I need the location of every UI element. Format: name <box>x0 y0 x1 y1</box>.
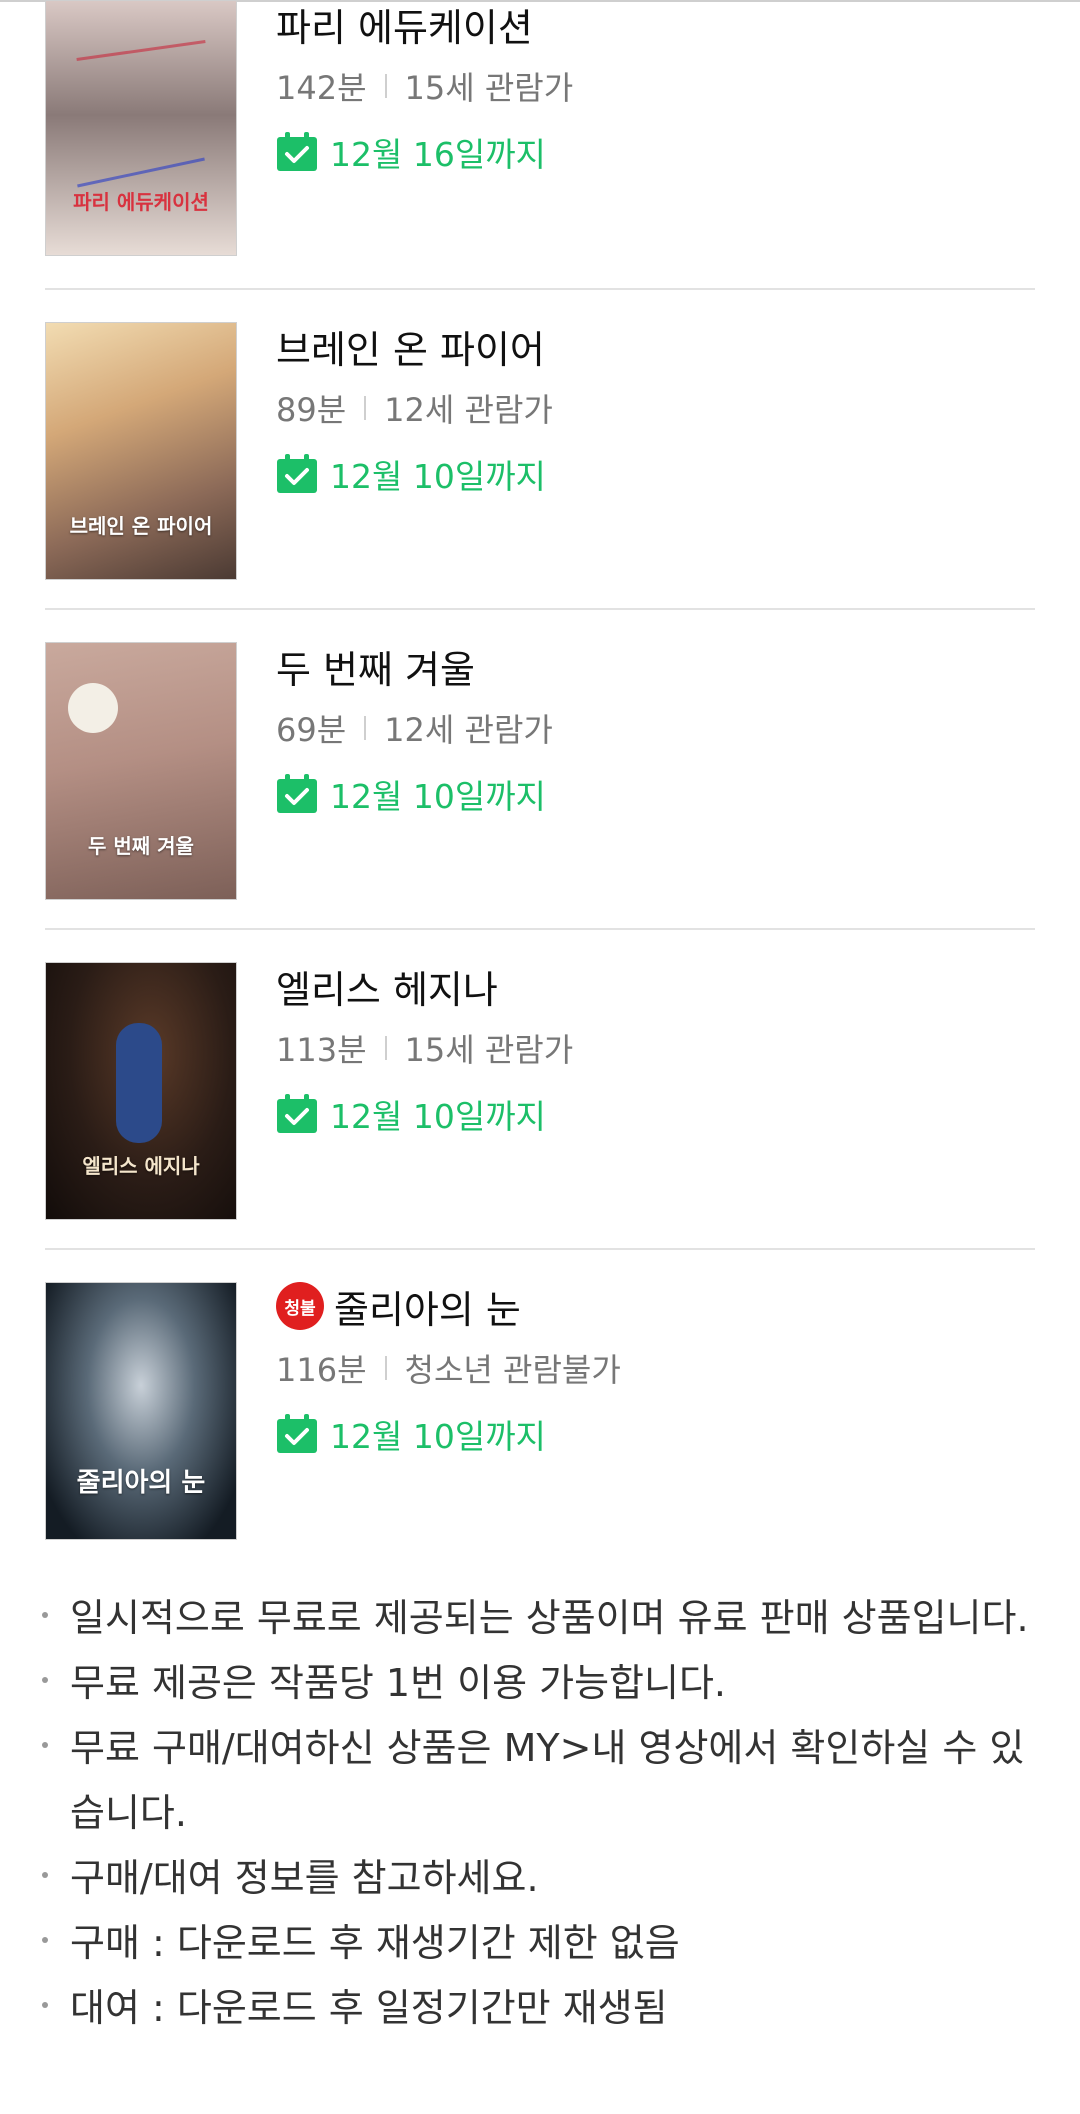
movie-rating: 12세 관람가 <box>384 711 553 749</box>
calendar-check-icon <box>277 132 317 171</box>
movie-poster[interactable]: 브레인 온 파이어 <box>45 322 237 580</box>
calendar-check-icon <box>277 454 317 493</box>
movie-duration: 116분 <box>276 1351 367 1389</box>
notice-list: 일시적으로 무료로 제공되는 상품이며 유료 판매 상품입니다. 무료 제공은 … <box>36 1586 1046 2041</box>
movie-duration: 113분 <box>276 1031 367 1069</box>
poster-title: 줄리아의 눈 <box>76 1468 206 1498</box>
availability-date: 12월 10일까지 <box>330 777 546 816</box>
notice-item: 일시적으로 무료로 제공되는 상품이며 유료 판매 상품입니다. <box>36 1586 1046 1651</box>
movie-poster[interactable]: 파리 에듀케이션 <box>45 0 237 256</box>
notice-item: 무료 구매/대여하신 상품은 MY>내 영상에서 확인하실 수 있습니다. <box>36 1716 1046 1846</box>
calendar-check-icon <box>277 1094 317 1133</box>
movie-title[interactable]: 파리 에듀케이션 <box>276 0 533 52</box>
meta-separator <box>364 396 367 420</box>
meta-separator <box>364 716 367 740</box>
bullet-icon <box>36 1716 70 1846</box>
movie-item[interactable]: 엘리스 에지나 엘리스 헤지나 113분 15세 관람가 12월 10일까지 <box>45 930 1035 1250</box>
movie-item[interactable]: 두 번째 겨울 두 번째 겨울 69분 12세 관람가 12월 10일까지 <box>45 610 1035 930</box>
movie-title[interactable]: 브레인 온 파이어 <box>276 319 545 374</box>
movie-poster[interactable]: 줄리아의 눈 <box>45 1282 237 1540</box>
movie-title[interactable]: 엘리스 헤지나 <box>276 959 498 1014</box>
poster-title: 엘리스 에지나 <box>82 1154 200 1178</box>
movie-poster[interactable]: 엘리스 에지나 <box>45 962 237 1220</box>
notice-item: 무료 제공은 작품당 1번 이용 가능합니다. <box>36 1651 1046 1716</box>
notice-item: 구매/대여 정보를 참고하세요. <box>36 1846 1046 1911</box>
meta-separator <box>384 1036 387 1060</box>
movie-item[interactable]: 파리 에듀케이션 파리 에듀케이션 142분 15세 관람가 12월 16일까지 <box>45 0 1035 290</box>
movie-duration: 142분 <box>276 69 367 107</box>
movie-rating: 12세 관람가 <box>384 391 553 429</box>
bullet-icon <box>36 1651 70 1716</box>
movie-poster[interactable]: 두 번째 겨울 <box>45 642 237 900</box>
movie-duration: 69분 <box>276 711 347 749</box>
movie-list: 파리 에듀케이션 파리 에듀케이션 142분 15세 관람가 12월 16일까지 <box>45 0 1035 1570</box>
poster-title: 파리 에듀케이션 <box>73 190 209 214</box>
movie-rating: 15세 관람가 <box>404 1031 574 1069</box>
notice-item: 구매 : 다운로드 후 재생기간 제한 없음 <box>36 1911 1046 1976</box>
calendar-check-icon <box>277 774 317 813</box>
movie-item[interactable]: 브레인 온 파이어 브레인 온 파이어 89분 12세 관람가 12월 10일까… <box>45 290 1035 610</box>
movie-item[interactable]: 줄리아의 눈 청불 줄리아의 눈 116분 청소년 관람불가 12월 10일까지 <box>45 1250 1035 1570</box>
movie-duration: 89분 <box>276 391 347 429</box>
movie-rating: 청소년 관람불가 <box>404 1351 621 1389</box>
poster-title: 브레인 온 파이어 <box>69 514 213 538</box>
calendar-check-icon <box>277 1414 317 1453</box>
meta-separator <box>384 74 387 98</box>
availability-date: 12월 16일까지 <box>330 135 546 174</box>
bullet-icon <box>36 1976 70 2041</box>
movie-title[interactable]: 두 번째 겨울 <box>276 639 475 694</box>
availability-date: 12월 10일까지 <box>330 1097 546 1136</box>
availability-date: 12월 10일까지 <box>330 457 546 496</box>
meta-separator <box>384 1356 387 1380</box>
poster-title: 두 번째 겨울 <box>88 834 194 858</box>
bullet-icon <box>36 1846 70 1911</box>
bullet-icon <box>36 1586 70 1651</box>
movie-rating: 15세 관람가 <box>404 69 574 107</box>
notice-item: 대여 : 다운로드 후 일정기간만 재생됨 <box>36 1976 1046 2041</box>
availability-date: 12월 10일까지 <box>330 1417 546 1456</box>
movie-title[interactable]: 줄리아의 눈 <box>334 1279 521 1334</box>
bullet-icon <box>36 1911 70 1976</box>
adult-only-badge: 청불 <box>276 1282 324 1330</box>
